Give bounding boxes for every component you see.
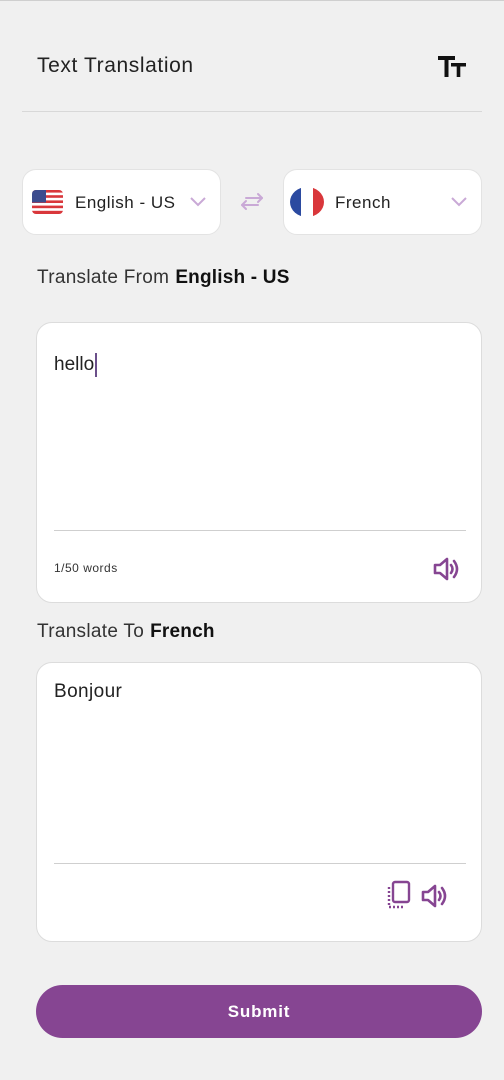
source-text-input[interactable]: hello bbox=[54, 353, 98, 377]
swap-icon[interactable] bbox=[238, 190, 266, 212]
source-text-value: hello bbox=[54, 354, 95, 376]
source-section-label: Translate From English - US bbox=[37, 267, 290, 289]
source-text-card: hello 1/50 words bbox=[36, 322, 482, 603]
source-label-prefix: Translate From bbox=[37, 267, 170, 288]
text-caret bbox=[95, 353, 98, 377]
source-language-name: English - US bbox=[75, 193, 176, 212]
source-card-divider bbox=[54, 530, 466, 531]
speaker-icon[interactable] bbox=[421, 883, 449, 909]
france-flag-icon bbox=[290, 187, 324, 217]
app-header: Text Translation bbox=[0, 0, 504, 112]
target-section-label: Translate To French bbox=[37, 621, 215, 643]
page-title: Text Translation bbox=[37, 54, 194, 77]
target-label-prefix: Translate To bbox=[37, 621, 145, 642]
target-language-name: French bbox=[335, 193, 391, 212]
target-text-card: Bonjour bbox=[36, 662, 482, 942]
source-language-select[interactable]: English - US bbox=[22, 169, 221, 235]
header-divider bbox=[22, 111, 482, 112]
word-count: 1/50 words bbox=[54, 561, 118, 575]
chevron-down-icon bbox=[451, 197, 467, 207]
target-card-divider bbox=[54, 863, 466, 864]
source-label-language: English - US bbox=[175, 267, 290, 288]
chevron-down-icon bbox=[190, 197, 206, 207]
copy-icon[interactable] bbox=[386, 880, 412, 910]
target-label-language: French bbox=[150, 621, 215, 642]
us-flag-icon bbox=[32, 190, 63, 214]
submit-button[interactable]: Submit bbox=[36, 985, 482, 1038]
text-size-icon[interactable] bbox=[437, 54, 467, 80]
target-language-select[interactable]: French bbox=[283, 169, 482, 235]
translated-text: Bonjour bbox=[54, 681, 123, 702]
speaker-icon[interactable] bbox=[433, 556, 461, 582]
